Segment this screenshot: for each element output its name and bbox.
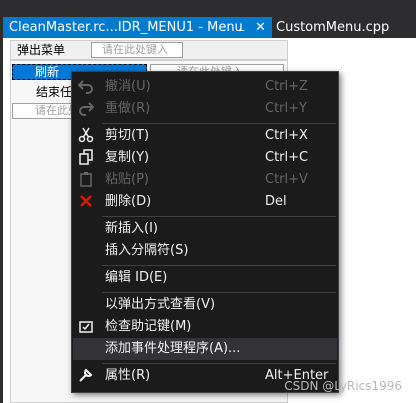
menu-item-popup[interactable]: 弹出菜单 xyxy=(17,41,65,59)
copy-icon xyxy=(77,149,95,167)
watermark: CSDN @LyRics1996 xyxy=(284,379,402,393)
menu-item-view-as-popup[interactable]: 以弹出方式查看(V) xyxy=(73,294,337,316)
separator xyxy=(102,216,336,217)
check-mnemonics-icon xyxy=(77,318,95,336)
menu-item-check-mnemonics[interactable]: 检查助记键(M) xyxy=(73,316,337,338)
paste-label: 粘贴(P) xyxy=(105,172,149,187)
dropdown-item-end-task[interactable]: 结束任 xyxy=(36,84,72,100)
menu-item-delete[interactable]: 删除(D) Del xyxy=(73,191,337,213)
menu-item-paste[interactable]: 粘贴(P) Ctrl+V xyxy=(73,169,337,191)
edit-id-label: 编辑 ID(E) xyxy=(105,270,168,285)
copy-shortcut: Ctrl+C xyxy=(265,150,309,165)
separator xyxy=(102,363,336,364)
dropdown-type-here-input[interactable]: 请在此处键入 xyxy=(12,103,72,119)
close-icon[interactable]: ✕ xyxy=(255,17,266,38)
wrench-icon xyxy=(77,367,95,385)
insert-new-label: 新插入(I) xyxy=(105,221,158,236)
undo-shortcut: Ctrl+Z xyxy=(265,79,308,94)
view-as-popup-label: 以弹出方式查看(V) xyxy=(105,297,216,312)
insert-separator-label: 插入分隔符(S) xyxy=(105,243,189,258)
tab-custommenu-cpp[interactable]: CustomMenu.cpp xyxy=(276,17,389,38)
menu-item-undo[interactable]: 撤消(U) Ctrl+Z xyxy=(73,76,337,98)
menu-item-copy[interactable]: 复制(Y) Ctrl+C xyxy=(73,147,337,169)
menu-bar: 弹出菜单 请在此处键入 xyxy=(10,40,288,60)
separator xyxy=(102,292,336,293)
separator xyxy=(102,265,336,266)
paste-shortcut: Ctrl+V xyxy=(265,172,308,187)
undo-label: 撤消(U) xyxy=(105,79,151,94)
cut-shortcut: Ctrl+X xyxy=(265,128,308,143)
pin-icon[interactable]: ⊥ xyxy=(236,17,246,38)
check-mnemonics-label: 检查助记键(M) xyxy=(105,319,192,334)
context-menu: 撤消(U) Ctrl+Z 重做(R) Ctrl+Y 剪切(T) Ctrl+X 复… xyxy=(71,71,339,393)
undo-icon xyxy=(77,78,95,96)
properties-label: 属性(R) xyxy=(105,368,151,383)
redo-shortcut: Ctrl+Y xyxy=(265,101,307,116)
menu-item-add-event-handler[interactable]: 添加事件处理程序(A)... xyxy=(73,338,337,360)
cut-label: 剪切(T) xyxy=(105,128,150,143)
redo-label: 重做(R) xyxy=(105,101,151,116)
redo-icon xyxy=(77,100,95,118)
menubar-type-here-input[interactable]: 请在此处键入 xyxy=(91,42,183,58)
delete-shortcut: Del xyxy=(265,194,287,209)
menu-item-insert-separator[interactable]: 插入分隔符(S) xyxy=(73,240,337,262)
scissors-icon xyxy=(77,127,95,145)
separator xyxy=(102,123,336,124)
menu-item-insert-new[interactable]: 新插入(I) xyxy=(73,218,337,240)
delete-label: 删除(D) xyxy=(105,194,152,209)
copy-label: 复制(Y) xyxy=(105,150,150,165)
paste-icon xyxy=(77,171,95,189)
tab-title: CleanMaster.rc...IDR_MENU1 - Menu xyxy=(9,20,243,35)
tab-cleanmaster-menu[interactable]: CleanMaster.rc...IDR_MENU1 - Menu ⊥ ✕ xyxy=(3,17,272,38)
add-event-handler-label: 添加事件处理程序(A)... xyxy=(105,341,241,356)
delete-x-icon xyxy=(77,193,95,211)
menu-item-cut[interactable]: 剪切(T) Ctrl+X xyxy=(73,125,337,147)
menu-item-redo[interactable]: 重做(R) Ctrl+Y xyxy=(73,98,337,120)
dropdown-item-refresh-label: 刷新 xyxy=(35,65,60,79)
menu-item-edit-id[interactable]: 编辑 ID(E) xyxy=(73,267,337,289)
